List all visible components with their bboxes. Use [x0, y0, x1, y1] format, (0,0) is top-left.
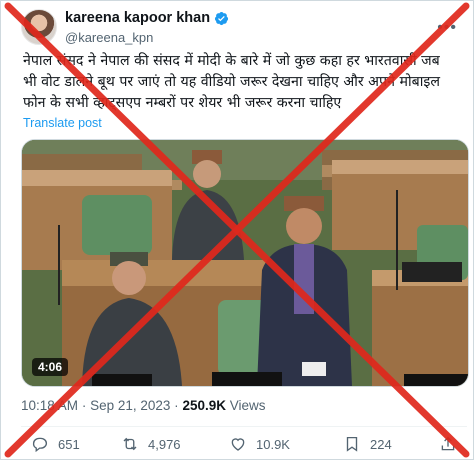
views-count: 250.9K: [182, 398, 226, 413]
reply-icon: [32, 437, 47, 453]
tweet-card: kareena kapoor khan @kareena_kpn ••• नेप…: [0, 0, 474, 460]
meta-separator-2: ·: [174, 398, 179, 413]
video-player[interactable]: 4:06: [21, 139, 469, 387]
meta-separator: ·: [81, 398, 87, 413]
like-button[interactable]: 10.9K: [229, 435, 290, 453]
more-icon[interactable]: •••: [437, 19, 457, 37]
verified-badge-icon: [215, 11, 229, 25]
reply-button[interactable]: 651: [31, 435, 80, 453]
video-frame: [22, 140, 468, 386]
video-duration-badge: 4:06: [32, 358, 69, 376]
bookmark-icon: [346, 436, 358, 452]
repost-icon: [123, 437, 137, 451]
tweet-header: kareena kapoor khan @kareena_kpn •••: [13, 7, 463, 47]
bookmark-button[interactable]: 224: [343, 435, 392, 453]
bookmark-count: 224: [370, 436, 392, 452]
translate-post-link[interactable]: Translate post: [23, 116, 102, 130]
share-icon: [441, 436, 455, 451]
repost-count: 4,976: [148, 436, 181, 452]
name-row: kareena kapoor khan: [65, 10, 229, 26]
like-icon: [231, 438, 245, 451]
tweet-time[interactable]: 10:18 AM: [21, 398, 78, 413]
tweet-meta: 10:18 AM · Sep 21, 2023 · 250.9K Views: [21, 398, 266, 413]
tweet-text: नेपाल संसद ने नेपाल की संसद में मोदी के …: [23, 53, 440, 111]
display-name[interactable]: kareena kapoor khan: [65, 10, 210, 26]
divider: [21, 426, 467, 427]
share-button[interactable]: [439, 435, 457, 453]
action-bar: 651 4,976 10.9K 224: [21, 435, 467, 457]
views-label: Views: [229, 398, 266, 413]
user-handle[interactable]: @kareena_kpn: [65, 30, 153, 45]
tweet-date[interactable]: Sep 21, 2023: [90, 398, 170, 413]
avatar[interactable]: [21, 9, 57, 45]
reply-count: 651: [58, 436, 80, 452]
repost-button[interactable]: 4,976: [121, 435, 181, 453]
like-count: 10.9K: [256, 436, 290, 452]
